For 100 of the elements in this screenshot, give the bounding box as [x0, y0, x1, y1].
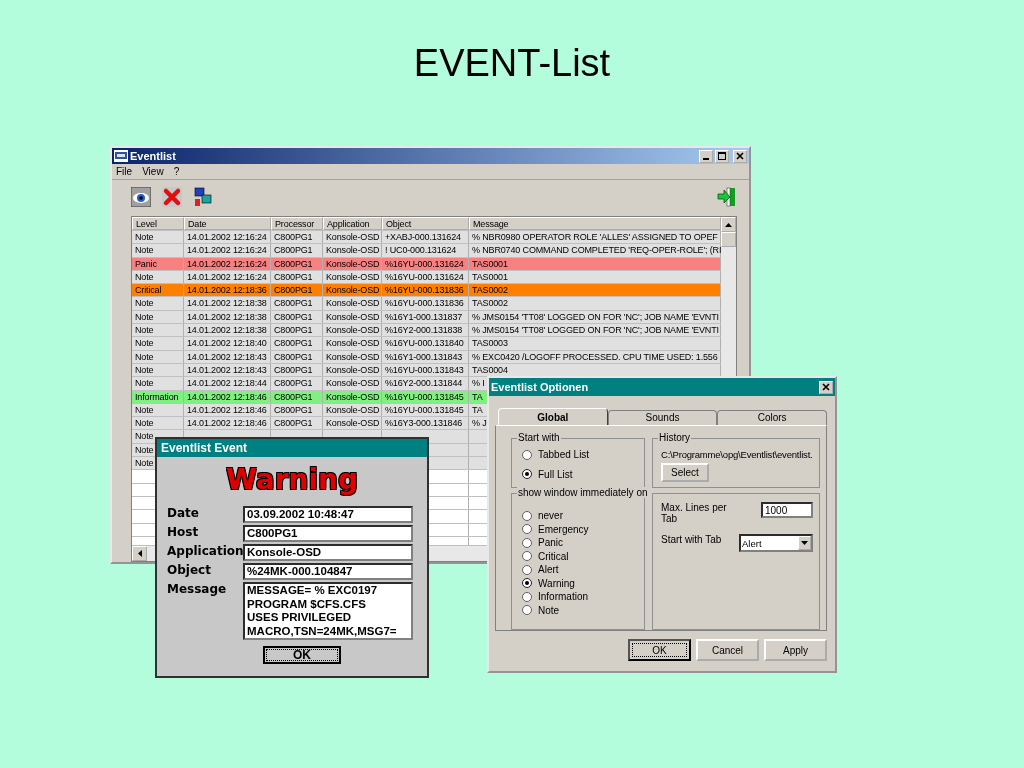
table-cell: C800PG1	[271, 270, 323, 284]
tab[interactable]: Sounds	[607, 410, 718, 425]
radio-button[interactable]	[522, 591, 532, 602]
scroll-thumb[interactable]	[721, 232, 736, 247]
radio-option[interactable]: never	[522, 510, 563, 522]
scroll-left-button[interactable]	[132, 546, 147, 561]
radio-button[interactable]	[522, 578, 532, 589]
radio-button[interactable]	[522, 469, 532, 480]
dialog-button[interactable]: OK	[628, 639, 691, 661]
table-cell: C800PG1	[271, 377, 323, 390]
radio-button[interactable]	[522, 510, 532, 521]
value-field: %24MK-000.104847	[243, 563, 413, 580]
radio-button[interactable]	[522, 564, 532, 575]
value-field: MESSAGE= % EXC0197 PROGRAM $CFS.CFS USES PRIVILEGED MACRO,TSN=24MK,MSG7=	[243, 582, 413, 640]
table-row[interactable]: Note 14.01.2002 12:16:24 C800PG1 Konsole-OSD +XABJ-000.131624 % NBR0980 OPERATOR ROLE 'ALLES' ASSIGNED TO OPEF	[132, 231, 721, 245]
table-cell: %16Y1-000.131837	[382, 310, 469, 324]
column-header[interactable]: Level	[132, 217, 184, 230]
table-cell: 14.01.2002 12:18:43	[184, 363, 271, 377]
table-cell: C800PG1	[271, 257, 323, 270]
delete-icon[interactable]	[162, 187, 182, 207]
column-header[interactable]: Message	[469, 217, 721, 230]
column-header[interactable]: Date	[184, 217, 271, 230]
table-row[interactable]: Note 14.01.2002 12:18:38 C800PG1 Konsole-OSD %16YU-000.131836 TAS0002	[132, 297, 721, 311]
menu-item[interactable]: File	[116, 166, 133, 177]
window-title: Eventlist	[130, 150, 176, 162]
field-label: Application	[167, 544, 243, 560]
max-lines-field[interactable]: 1000	[761, 502, 813, 518]
tab[interactable]: Global	[498, 408, 608, 425]
radio-button[interactable]	[522, 537, 532, 548]
field-label: Date	[167, 506, 200, 522]
radio-label: Alert	[538, 564, 559, 576]
radio-button[interactable]	[522, 605, 532, 616]
table-cell: Konsole-OSD	[323, 244, 382, 257]
network-icon[interactable]	[193, 187, 213, 207]
table-cell: C800PG1	[271, 244, 323, 257]
ok-button[interactable]: OK	[263, 646, 341, 664]
eye-icon[interactable]	[131, 187, 151, 207]
dialog-button[interactable]: Apply	[764, 639, 827, 661]
radio-label: Warning	[538, 577, 575, 589]
radio-option[interactable]: Critical	[522, 550, 569, 562]
radio-button[interactable]	[522, 449, 532, 460]
radio-option[interactable]: Emergency	[522, 523, 589, 535]
radio-option[interactable]: Tabbed List	[522, 449, 590, 461]
maximize-button[interactable]	[715, 149, 729, 163]
minimize-button[interactable]	[699, 149, 713, 163]
table-cell: C800PG1	[271, 324, 323, 337]
table-cell: Konsole-OSD	[323, 270, 382, 284]
column-header[interactable]: Processor	[271, 217, 323, 230]
left-arrow-icon[interactable]	[137, 550, 142, 557]
table-row[interactable]: Note 14.01.2002 12:18:40 C800PG1 Konsole-OSD %16YU-000.131840 TAS0003	[132, 337, 721, 351]
table-cell: Note	[132, 337, 184, 350]
table-cell: 14.01.2002 12:16:24	[184, 270, 271, 284]
select-button[interactable]: Select	[661, 463, 709, 482]
radio-button[interactable]	[522, 524, 532, 535]
menu-item[interactable]: ?	[173, 166, 180, 177]
table-cell: 14.01.2002 12:18:40	[184, 337, 271, 350]
menu-item[interactable]: View	[142, 166, 164, 177]
table-row[interactable]: Note 14.01.2002 12:18:38 C800PG1 Konsole-OSD %16Y2-000.131838 % JMS0154 'TT08' LOGGED ON FOR 'NC'; JOB NAME 'EVNTI	[132, 324, 721, 338]
up-arrow-icon[interactable]	[725, 222, 732, 227]
value-field: C800PG1	[243, 525, 413, 542]
table-cell: Note	[132, 417, 184, 430]
table-row[interactable]: Critical 14.01.2002 12:18:36 C800PG1 Konsole-OSD %16YU-000.131836 TAS0002	[132, 284, 721, 298]
radio-option[interactable]: Full List	[522, 468, 573, 480]
table-cell: Note	[132, 310, 184, 324]
radio-option[interactable]: Alert	[522, 564, 559, 576]
dialog-title: Eventlist Optionen	[491, 381, 589, 393]
field-label: Max. Lines per Tab	[661, 502, 728, 524]
dialog-button[interactable]: Cancel	[696, 639, 759, 661]
column-header[interactable]: Application	[323, 217, 382, 230]
table-cell: Note	[132, 377, 184, 390]
table-cell: 14.01.2002 12:18:43	[184, 350, 271, 363]
field-label: Message	[167, 582, 228, 598]
radio-option[interactable]: Warning	[522, 577, 575, 589]
exit-icon[interactable]	[717, 187, 737, 207]
radio-option[interactable]: Information	[522, 591, 589, 603]
close-button[interactable]	[733, 149, 747, 163]
close-icon	[736, 152, 744, 160]
table-cell: +XABJ-000.131624	[382, 231, 469, 244]
tab[interactable]: Colors	[717, 410, 827, 425]
radio-label: Tabbed List	[538, 449, 590, 461]
table-cell: Konsole-OSD	[323, 390, 382, 403]
table-row[interactable]: Note 14.01.2002 12:16:24 C800PG1 Konsole-OSD ! UC0-000.131624 % NBR0740 COMMAND COMPLETED 'REQ-OPER-ROLE'; (RI	[132, 244, 721, 258]
table-cell: %16YU-000.131843	[382, 363, 469, 377]
table-cell: C800PG1	[271, 403, 323, 417]
table-cell: Note	[132, 244, 184, 257]
start-tab-dropdown[interactable]: Alert	[739, 534, 813, 552]
table-cell: Note	[132, 297, 184, 310]
radio-button[interactable]	[522, 551, 532, 562]
radio-option[interactable]: Panic	[522, 537, 563, 549]
radio-label: Panic	[538, 537, 563, 549]
table-cell: 14.01.2002 12:16:24	[184, 244, 271, 257]
value-field: 03.09.2002 10:48:47	[243, 506, 413, 523]
table-cell: Note	[132, 231, 184, 244]
table-cell: C800PG1	[271, 350, 323, 363]
table-cell: 14.01.2002 12:18:38	[184, 310, 271, 324]
close-button[interactable]	[819, 380, 833, 394]
column-header[interactable]: Object	[382, 217, 469, 230]
group-label: Start with	[517, 432, 561, 443]
scroll-up-button[interactable]	[721, 217, 736, 232]
radio-option[interactable]: Note	[522, 604, 560, 616]
